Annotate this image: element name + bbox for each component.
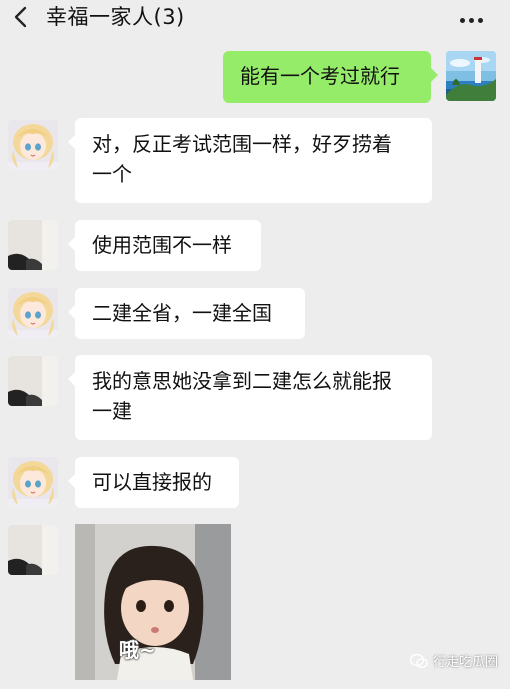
chevron-left-icon[interactable] (11, 5, 31, 29)
other-message-bubble[interactable]: 我的意思她没拿到二建怎么就能报 一建 (68, 355, 432, 440)
message-line: 对，反正考试范围一样，好歹捞着 (92, 132, 392, 156)
room-photo-avatar-image (8, 220, 58, 270)
message-line: 一建 (92, 399, 132, 423)
message-text: 二建全省，一建全国 (92, 301, 272, 325)
chat-title: 幸福一家人(3) (46, 5, 185, 29)
avatar[interactable] (8, 525, 58, 575)
avatar[interactable] (8, 457, 58, 507)
other-message-bubble[interactable]: 使用范围不一样 (68, 220, 261, 271)
message-text: 使用范围不一样 (92, 233, 232, 257)
sticker-image[interactable]: 哦~ (75, 524, 231, 680)
room-photo-avatar-image (8, 356, 58, 406)
message-text: 能有一个考过就行 (240, 64, 400, 88)
watermark: 行走吃瓜圈 (409, 651, 498, 670)
message-text: 可以直接报的 (92, 470, 212, 494)
blonde-anime-avatar-image (8, 457, 58, 507)
sticker-caption: 哦~ (119, 638, 156, 662)
avatar[interactable] (8, 288, 58, 338)
chat-header: 幸福一家人(3) (0, 0, 510, 36)
beach-lighthouse-avatar-image (446, 51, 496, 101)
blonde-anime-avatar-image (8, 288, 58, 338)
avatar[interactable] (446, 51, 496, 101)
avatar[interactable] (8, 120, 58, 170)
message-line: 我的意思她没拿到二建怎么就能报 (92, 369, 392, 393)
avatar[interactable] (8, 356, 58, 406)
other-message-bubble[interactable]: 对，反正考试范围一样，好歹捞着 一个 (68, 118, 432, 203)
avatar[interactable] (8, 220, 58, 270)
other-message-bubble[interactable]: 可以直接报的 (68, 457, 239, 508)
more-horizontal-icon[interactable] (458, 8, 488, 28)
watermark-text: 行走吃瓜圈 (432, 655, 498, 670)
blonde-anime-avatar-image (8, 120, 58, 170)
message-line: 一个 (92, 162, 132, 186)
wechat-logo-icon (409, 653, 428, 668)
room-photo-avatar-image (8, 525, 58, 575)
other-message-bubble[interactable]: 二建全省，一建全国 (68, 288, 305, 339)
my-message-bubble[interactable]: 能有一个考过就行 (223, 51, 438, 103)
